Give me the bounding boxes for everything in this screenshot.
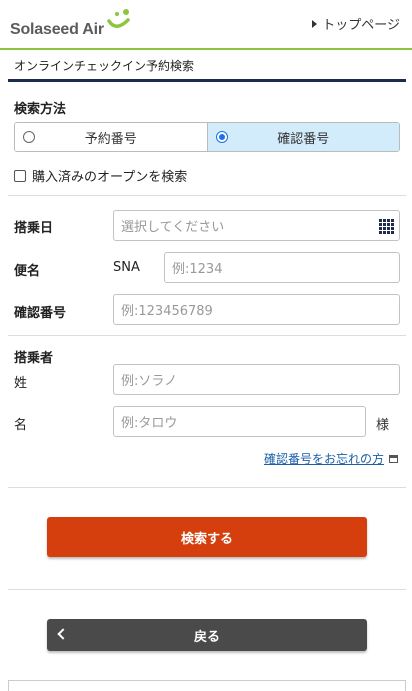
calendar-icon[interactable]	[379, 219, 394, 234]
external-window-icon	[389, 454, 398, 463]
forgot-confirmation-label: 確認番号をお忘れの方	[263, 452, 384, 466]
top-page-link[interactable]: トップページ	[312, 14, 400, 33]
header-divider	[0, 48, 412, 50]
back-button-label: 戻る	[193, 628, 220, 644]
title-underline	[8, 79, 406, 82]
search-method-label: 検索方法	[14, 102, 67, 117]
back-button[interactable]: 戻る	[47, 619, 367, 651]
search-button-label: 検索する	[180, 530, 233, 546]
option-reservation-number-label: 予約番号	[84, 131, 137, 147]
boarding-date-input[interactable]: 選択してください	[113, 210, 400, 241]
first-name-input[interactable]: 例:タロウ	[113, 406, 366, 437]
option-confirmation-number[interactable]: 確認番号	[207, 123, 399, 151]
radio-reservation-number[interactable]	[23, 131, 35, 143]
divider	[8, 335, 406, 336]
confirmation-number-label: 確認番号	[14, 306, 67, 321]
last-name-input[interactable]: 例:ソラノ	[113, 364, 400, 395]
site-header: Solaseed Air トップページ	[0, 0, 412, 48]
honorific-suffix: 様	[376, 418, 390, 433]
chevron-left-icon	[57, 628, 69, 640]
purchased-open-checkbox[interactable]	[14, 169, 26, 182]
boarding-date-placeholder: 選択してください	[121, 220, 225, 235]
footer-container	[8, 680, 406, 691]
divider	[8, 487, 406, 488]
triangle-right-icon	[312, 19, 318, 28]
option-confirmation-number-label: 確認番号	[277, 131, 330, 147]
option-reservation-number[interactable]: 予約番号	[15, 123, 208, 151]
purchased-open-row[interactable]: 購入済みのオープンを検索	[14, 166, 187, 185]
brand-logo[interactable]: Solaseed Air	[10, 9, 132, 40]
first-name-label: 名	[14, 418, 28, 433]
boarding-date-label: 搭乗日	[14, 221, 54, 236]
last-name-placeholder: 例:ソラノ	[121, 374, 178, 389]
confirmation-number-placeholder: 例:123456789	[121, 304, 213, 319]
divider	[8, 195, 406, 196]
divider	[8, 589, 406, 590]
search-button[interactable]: 検索する	[47, 517, 367, 557]
search-method-selector: 予約番号 確認番号	[14, 122, 400, 152]
logo-mark-icon	[107, 9, 130, 28]
last-name-label: 姓	[14, 376, 28, 391]
flight-number-placeholder: 例:1234	[172, 262, 223, 277]
page-title: オンラインチェックイン予約検索	[14, 59, 195, 73]
brand-name: Solaseed Air	[10, 21, 104, 38]
top-page-link-label: トップページ	[322, 18, 400, 33]
flight-number-input[interactable]: 例:1234	[164, 252, 400, 283]
confirmation-number-input[interactable]: 例:123456789	[113, 294, 400, 325]
first-name-placeholder: 例:タロウ	[121, 416, 178, 431]
purchased-open-label: 購入済みのオープンを検索	[32, 170, 188, 185]
radio-confirmation-number[interactable]	[215, 131, 228, 143]
flight-label: 便名	[14, 264, 41, 279]
forgot-confirmation-link[interactable]: 確認番号をお忘れの方	[264, 450, 398, 467]
flight-prefix: SNA	[113, 260, 140, 275]
passenger-label: 搭乗者	[14, 351, 54, 366]
